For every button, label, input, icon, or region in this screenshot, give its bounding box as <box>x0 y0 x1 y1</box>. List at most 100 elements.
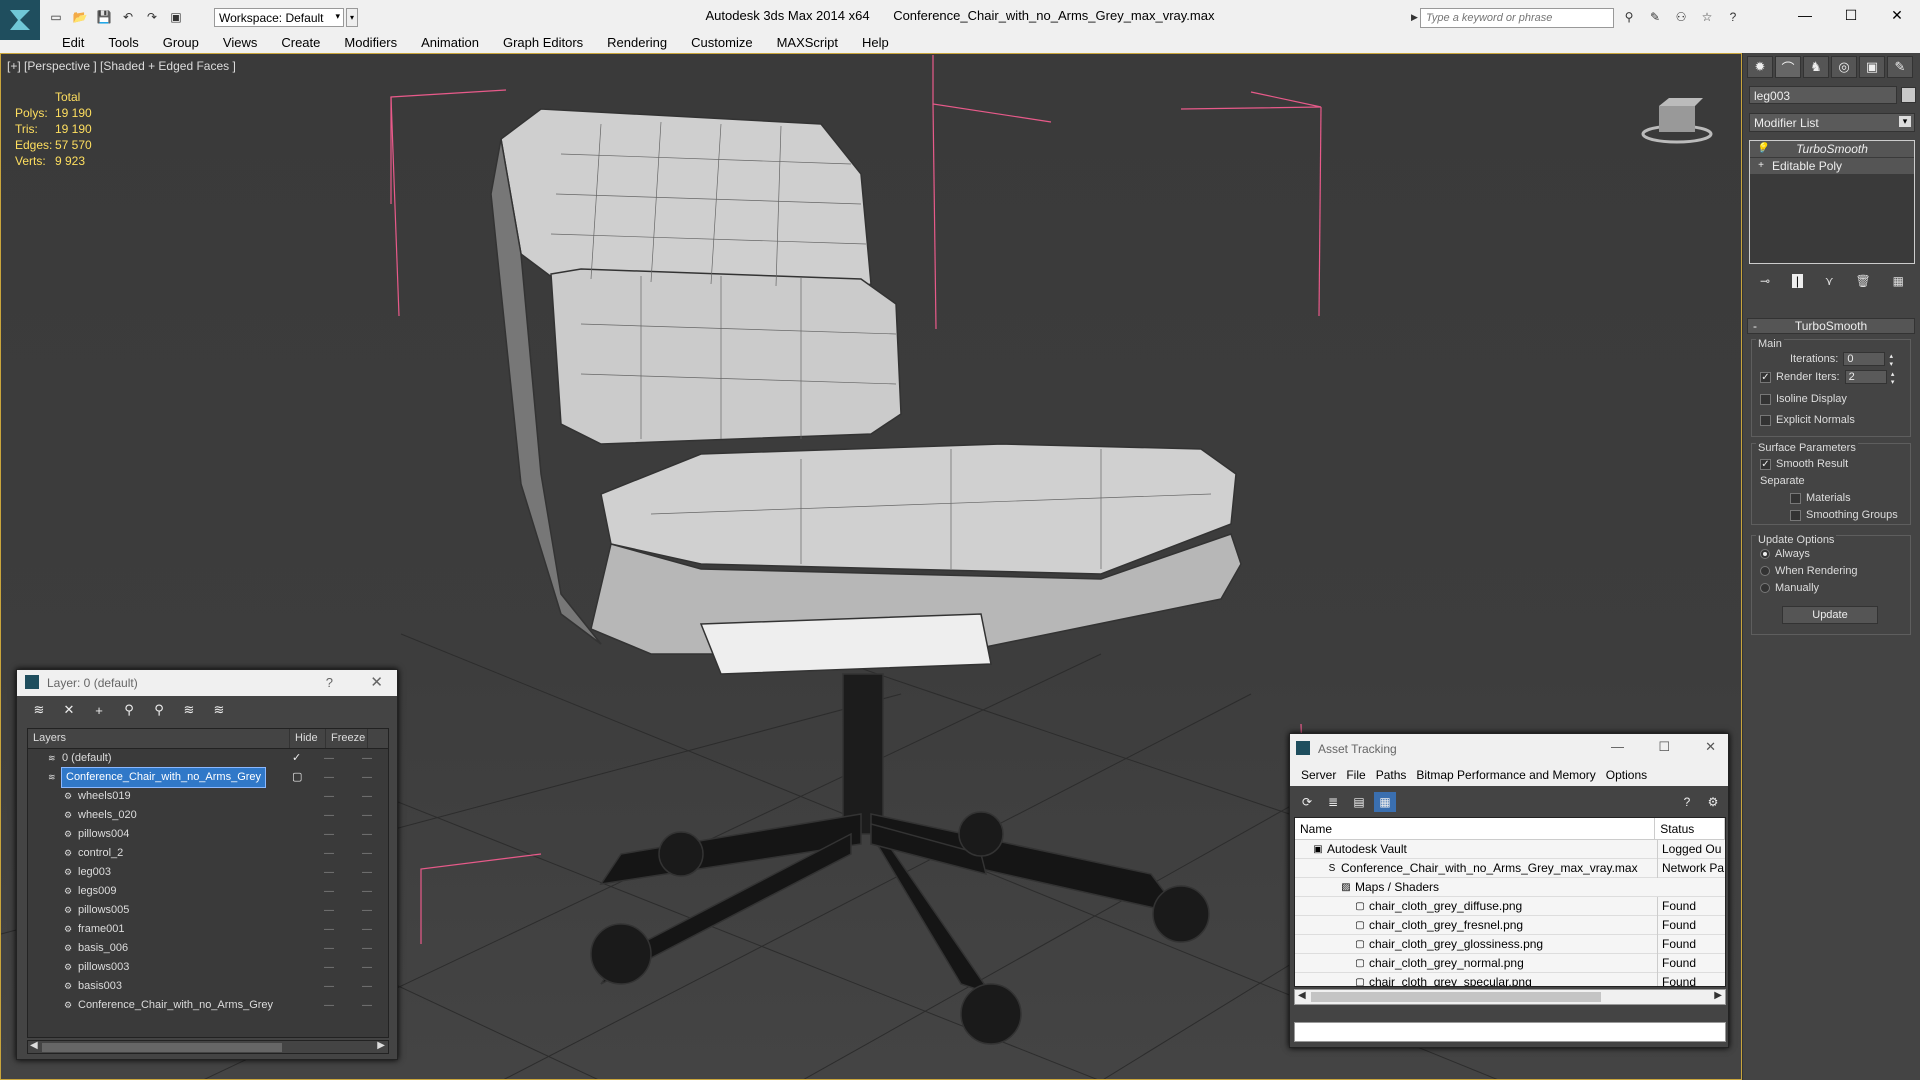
hide-toggle[interactable]: — <box>324 901 334 920</box>
hide-all-layers-icon[interactable]: ≋ <box>177 700 201 720</box>
materials-checkbox[interactable] <box>1790 492 1801 504</box>
menu-maxscript[interactable]: MAXScript <box>765 33 850 53</box>
scroll-right-icon[interactable]: ▶ <box>377 1040 385 1051</box>
hide-toggle[interactable]: — <box>324 749 334 768</box>
maximize-button[interactable]: ☐ <box>1828 0 1874 30</box>
scroll-left-icon[interactable]: ◀ <box>30 1040 38 1051</box>
freeze-toggle[interactable]: — <box>362 844 372 863</box>
scrollbar-thumb[interactable] <box>1311 992 1601 1002</box>
minimize-button[interactable]: — <box>1782 0 1828 30</box>
layer-row[interactable]: ⚙ pillows003 — — <box>28 958 388 977</box>
hide-toggle[interactable]: — <box>324 806 334 825</box>
hide-toggle[interactable]: — <box>324 787 334 806</box>
column-status[interactable]: Status <box>1655 818 1725 839</box>
smoothing-groups-checkbox[interactable] <box>1790 509 1801 521</box>
freeze-toggle[interactable]: — <box>362 996 372 1015</box>
menu-bitmap-performance[interactable]: Bitmap Performance and Memory <box>1411 764 1600 786</box>
menu-graph-editors[interactable]: Graph Editors <box>491 33 595 53</box>
maximize-button[interactable]: ☐ <box>1658 739 1670 755</box>
open-file-icon[interactable]: 📂 <box>70 8 90 26</box>
menu-customize[interactable]: Customize <box>679 33 764 53</box>
set-current-layer-icon[interactable]: ▢ <box>292 768 302 787</box>
show-end-result-icon[interactable]: | <box>1791 274 1803 288</box>
isoline-checkbox[interactable] <box>1760 393 1771 405</box>
freeze-toggle[interactable]: — <box>362 749 372 768</box>
table-view-icon[interactable]: ▦ <box>1374 792 1396 812</box>
iterations-spinner[interactable]: 0 <box>1843 352 1896 368</box>
layer-row[interactable]: ⚙ Conference_Chair_with_no_Arms_Grey — — <box>28 996 388 1015</box>
add-to-layer-icon[interactable]: + <box>87 700 111 720</box>
layer-row[interactable]: ⚙ control_2 — — <box>28 844 388 863</box>
layer-row[interactable]: ⚙ basis_006 — — <box>28 939 388 958</box>
help-icon[interactable]: ? <box>1722 8 1744 26</box>
settings-icon[interactable]: ⚙ <box>1702 792 1724 812</box>
column-hide[interactable]: Hide <box>290 729 326 748</box>
asset-row[interactable]: ▢ chair_cloth_grey_glossiness.png Found <box>1295 935 1725 954</box>
close-icon[interactable]: ✕ <box>370 673 383 691</box>
favorites-star-icon[interactable]: ☆ <box>1696 8 1718 26</box>
hide-toggle[interactable]: — <box>324 977 334 996</box>
create-layer-icon[interactable]: ≋ <box>27 700 51 720</box>
select-objects-icon[interactable]: ⚲ <box>117 700 141 720</box>
help-button[interactable]: ? <box>326 675 333 690</box>
render-iters-spinner[interactable]: 2 <box>1844 370 1898 386</box>
scroll-right-icon[interactable]: ▶ <box>1714 990 1722 1001</box>
always-radio[interactable] <box>1760 549 1770 559</box>
freeze-toggle[interactable]: — <box>362 901 372 920</box>
hide-toggle[interactable]: — <box>324 825 334 844</box>
expand-arrow-icon[interactable]: ▶ <box>1411 12 1418 23</box>
configure-sets-icon[interactable]: ▦ <box>1893 274 1904 288</box>
delete-layer-icon[interactable]: ✕ <box>57 700 81 720</box>
menu-create[interactable]: Create <box>269 33 332 53</box>
hide-toggle[interactable]: — <box>324 939 334 958</box>
project-folder-icon[interactable]: ▣ <box>166 8 186 26</box>
lightbulb-icon[interactable]: 💡 <box>1756 143 1768 154</box>
freeze-toggle[interactable]: — <box>362 977 372 996</box>
undo-icon[interactable]: ↶ <box>118 8 138 26</box>
create-tab-icon[interactable]: ✹ <box>1747 56 1773 78</box>
menu-modifiers[interactable]: Modifiers <box>332 33 409 53</box>
explicit-normals-control[interactable]: Explicit Normals <box>1760 414 1855 426</box>
pin-stack-icon[interactable]: ⊸ <box>1760 274 1770 288</box>
freeze-toggle[interactable]: — <box>362 863 372 882</box>
layer-row[interactable]: ⚙ basis003 — — <box>28 977 388 996</box>
layer-row[interactable]: ≋ 0 (default) ✓ — — <box>28 749 388 768</box>
thumbnail-view-icon[interactable]: ▤ <box>1348 792 1370 812</box>
menu-options[interactable]: Options <box>1601 764 1652 786</box>
list-view-icon[interactable]: ≣ <box>1322 792 1344 812</box>
when-rendering-radio[interactable] <box>1760 566 1770 576</box>
layer-row[interactable]: ⚙ pillows005 — — <box>28 901 388 920</box>
asset-row[interactable]: ▢ chair_cloth_grey_normal.png Found <box>1295 954 1725 973</box>
manually-radio[interactable] <box>1760 583 1770 593</box>
utilities-tab-icon[interactable]: ✎ <box>1887 56 1913 78</box>
refresh-icon[interactable]: ⟳ <box>1296 792 1318 812</box>
help-icon[interactable]: ? <box>1676 792 1698 812</box>
menu-tools[interactable]: Tools <box>96 33 150 53</box>
object-name-field[interactable]: leg003 <box>1749 86 1897 104</box>
asset-row[interactable]: S Conference_Chair_with_no_Arms_Grey_max_… <box>1295 859 1725 878</box>
menu-edit[interactable]: Edit <box>50 33 96 53</box>
smoothing-groups-control[interactable]: Smoothing Groups <box>1790 509 1898 521</box>
redo-icon[interactable]: ↷ <box>142 8 162 26</box>
make-unique-icon[interactable]: ⋎ <box>1825 274 1834 288</box>
menu-file[interactable]: File <box>1341 764 1370 786</box>
freeze-toggle[interactable]: — <box>362 939 372 958</box>
stack-item-turbosmooth[interactable]: 💡 TurboSmooth <box>1750 141 1914 157</box>
freeze-toggle[interactable]: — <box>362 958 372 977</box>
communication-center-icon[interactable]: ✎ <box>1644 8 1666 26</box>
layer-row[interactable]: ⚙ legs009 — — <box>28 882 388 901</box>
viewcube-icon[interactable] <box>1641 94 1713 144</box>
layer-row[interactable]: ⚙ pillows004 — — <box>28 825 388 844</box>
menu-animation[interactable]: Animation <box>409 33 491 53</box>
freeze-all-layers-icon[interactable]: ≋ <box>207 700 231 720</box>
asset-row[interactable]: ▢ chair_cloth_grey_diffuse.png Found <box>1295 897 1725 916</box>
scrollbar-thumb[interactable] <box>42 1043 282 1052</box>
asset-row[interactable]: ▣ Autodesk Vault Logged Ou <box>1295 840 1725 859</box>
scroll-left-icon[interactable]: ◀ <box>1298 990 1306 1001</box>
display-tab-icon[interactable]: ▣ <box>1859 56 1885 78</box>
menu-group[interactable]: Group <box>151 33 211 53</box>
hide-toggle[interactable]: — <box>324 882 334 901</box>
workspace-options-button[interactable]: ▾ <box>346 8 358 27</box>
freeze-toggle[interactable]: — <box>362 920 372 939</box>
render-iters-checkbox[interactable]: ✓ <box>1760 371 1771 383</box>
